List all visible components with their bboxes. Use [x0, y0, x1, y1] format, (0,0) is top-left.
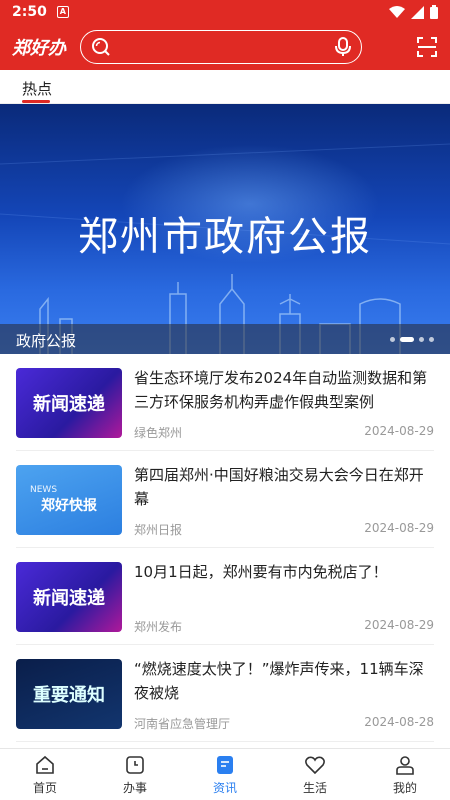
tab-hot[interactable]: 热点 — [22, 78, 52, 99]
app-bar: 郑好办 — [0, 24, 450, 70]
news-item[interactable]: 重要通知 “燃烧速度太快了！”爆炸声传来，11辆车深夜被烧 河南省应急管理厅 2… — [16, 645, 434, 742]
news-thumbnail: NEWS 郑好快报 — [16, 465, 122, 535]
microphone-icon[interactable] — [335, 37, 351, 57]
scan-icon[interactable] — [416, 36, 438, 58]
news-meta: 郑州发布 2024-08-29 — [134, 618, 434, 635]
news-date: 2024-08-28 — [364, 715, 434, 729]
thumbnail-text: 新闻速递 — [33, 588, 105, 609]
banner-caption: 政府公报 — [0, 324, 450, 354]
status-icons — [389, 5, 438, 19]
heart-icon — [303, 753, 327, 777]
news-source: 绿色郑州 — [134, 426, 183, 440]
news-title: 第四届郑州·中国好粮油交易大会今日在郑开幕 — [134, 466, 424, 508]
nav-label: 生活 — [302, 781, 327, 795]
search-icon — [92, 38, 110, 56]
carousel-dot — [429, 337, 434, 342]
carousel-dot — [390, 337, 395, 342]
notification-icon: A — [56, 6, 69, 18]
news-icon — [213, 753, 237, 777]
home-icon — [33, 753, 57, 777]
nav-services[interactable]: 办事 — [90, 749, 180, 800]
news-item[interactable]: 新闻速递 10月1日起，郑州要有市内免税店了！ 郑州发布 2024-08-29 — [16, 548, 434, 645]
news-thumbnail: 新闻速递 — [16, 562, 122, 632]
news-date: 2024-08-29 — [364, 618, 434, 632]
news-meta: 河南省应急管理厅 2024-08-28 — [134, 715, 434, 732]
news-source: 郑州日报 — [134, 523, 183, 537]
battery-icon — [430, 5, 438, 19]
carousel-indicator — [390, 337, 434, 342]
nav-news[interactable]: 资讯 — [180, 749, 270, 800]
signal-icon — [411, 5, 424, 19]
status-time: 2:50 — [12, 4, 47, 20]
nav-label: 首页 — [32, 781, 57, 795]
news-list: 新闻速递 省生态环境厅发布2024年自动监测数据和第三方环保服务机构弄虚作假典型… — [0, 354, 450, 742]
news-item[interactable]: 新闻速递 省生态环境厅发布2024年自动监测数据和第三方环保服务机构弄虚作假典型… — [16, 354, 434, 451]
thumbnail-text: 郑好快报 — [41, 498, 97, 514]
news-thumbnail: 重要通知 — [16, 659, 122, 729]
news-thumbnail: 新闻速递 — [16, 368, 122, 438]
news-meta: 绿色郑州 2024-08-29 — [134, 424, 434, 441]
status-bar: 2:50 A — [0, 0, 450, 24]
news-title: 省生态环境厅发布2024年自动监测数据和第三方环保服务机构弄虚作假典型案例 — [134, 369, 428, 411]
app-logo: 郑好办 — [12, 38, 66, 59]
nav-profile[interactable]: 我的 — [360, 749, 450, 800]
thumbnail-text: 新闻速递 — [33, 394, 105, 415]
news-title: “燃烧速度太快了！”爆炸声传来，11辆车深夜被烧 — [134, 660, 424, 702]
nav-label: 办事 — [122, 781, 147, 795]
nav-label: 我的 — [392, 781, 417, 795]
news-date: 2024-08-29 — [364, 424, 434, 438]
news-source: 郑州发布 — [134, 620, 183, 634]
bottom-navigation: 首页 办事 资讯 生活 我的 — [0, 748, 450, 800]
thumbnail-text: 重要通知 — [33, 685, 105, 706]
clock-icon — [123, 753, 147, 777]
carousel-dot-active — [400, 337, 414, 342]
news-meta: 郑州日报 2024-08-29 — [134, 521, 434, 538]
news-title: 10月1日起，郑州要有市内免税店了！ — [134, 563, 388, 581]
category-tabs: 热点 — [0, 70, 450, 104]
nav-life[interactable]: 生活 — [270, 749, 360, 800]
user-icon — [393, 753, 417, 777]
thumbnail-tag: NEWS — [30, 485, 58, 495]
nav-label: 资讯 — [212, 781, 237, 795]
news-date: 2024-08-29 — [364, 521, 434, 535]
wifi-icon — [389, 5, 405, 18]
carousel-dot — [419, 337, 424, 342]
news-item[interactable]: NEWS 郑好快报 第四届郑州·中国好粮油交易大会今日在郑开幕 郑州日报 202… — [16, 451, 434, 548]
banner-carousel[interactable]: 郑州市政府公报 政府公报 — [0, 104, 450, 354]
search-bar[interactable] — [80, 30, 362, 64]
tab-indicator — [22, 100, 50, 103]
banner-title: 郑州市政府公报 — [78, 214, 372, 260]
nav-home[interactable]: 首页 — [0, 749, 90, 800]
news-source: 河南省应急管理厅 — [134, 717, 231, 731]
